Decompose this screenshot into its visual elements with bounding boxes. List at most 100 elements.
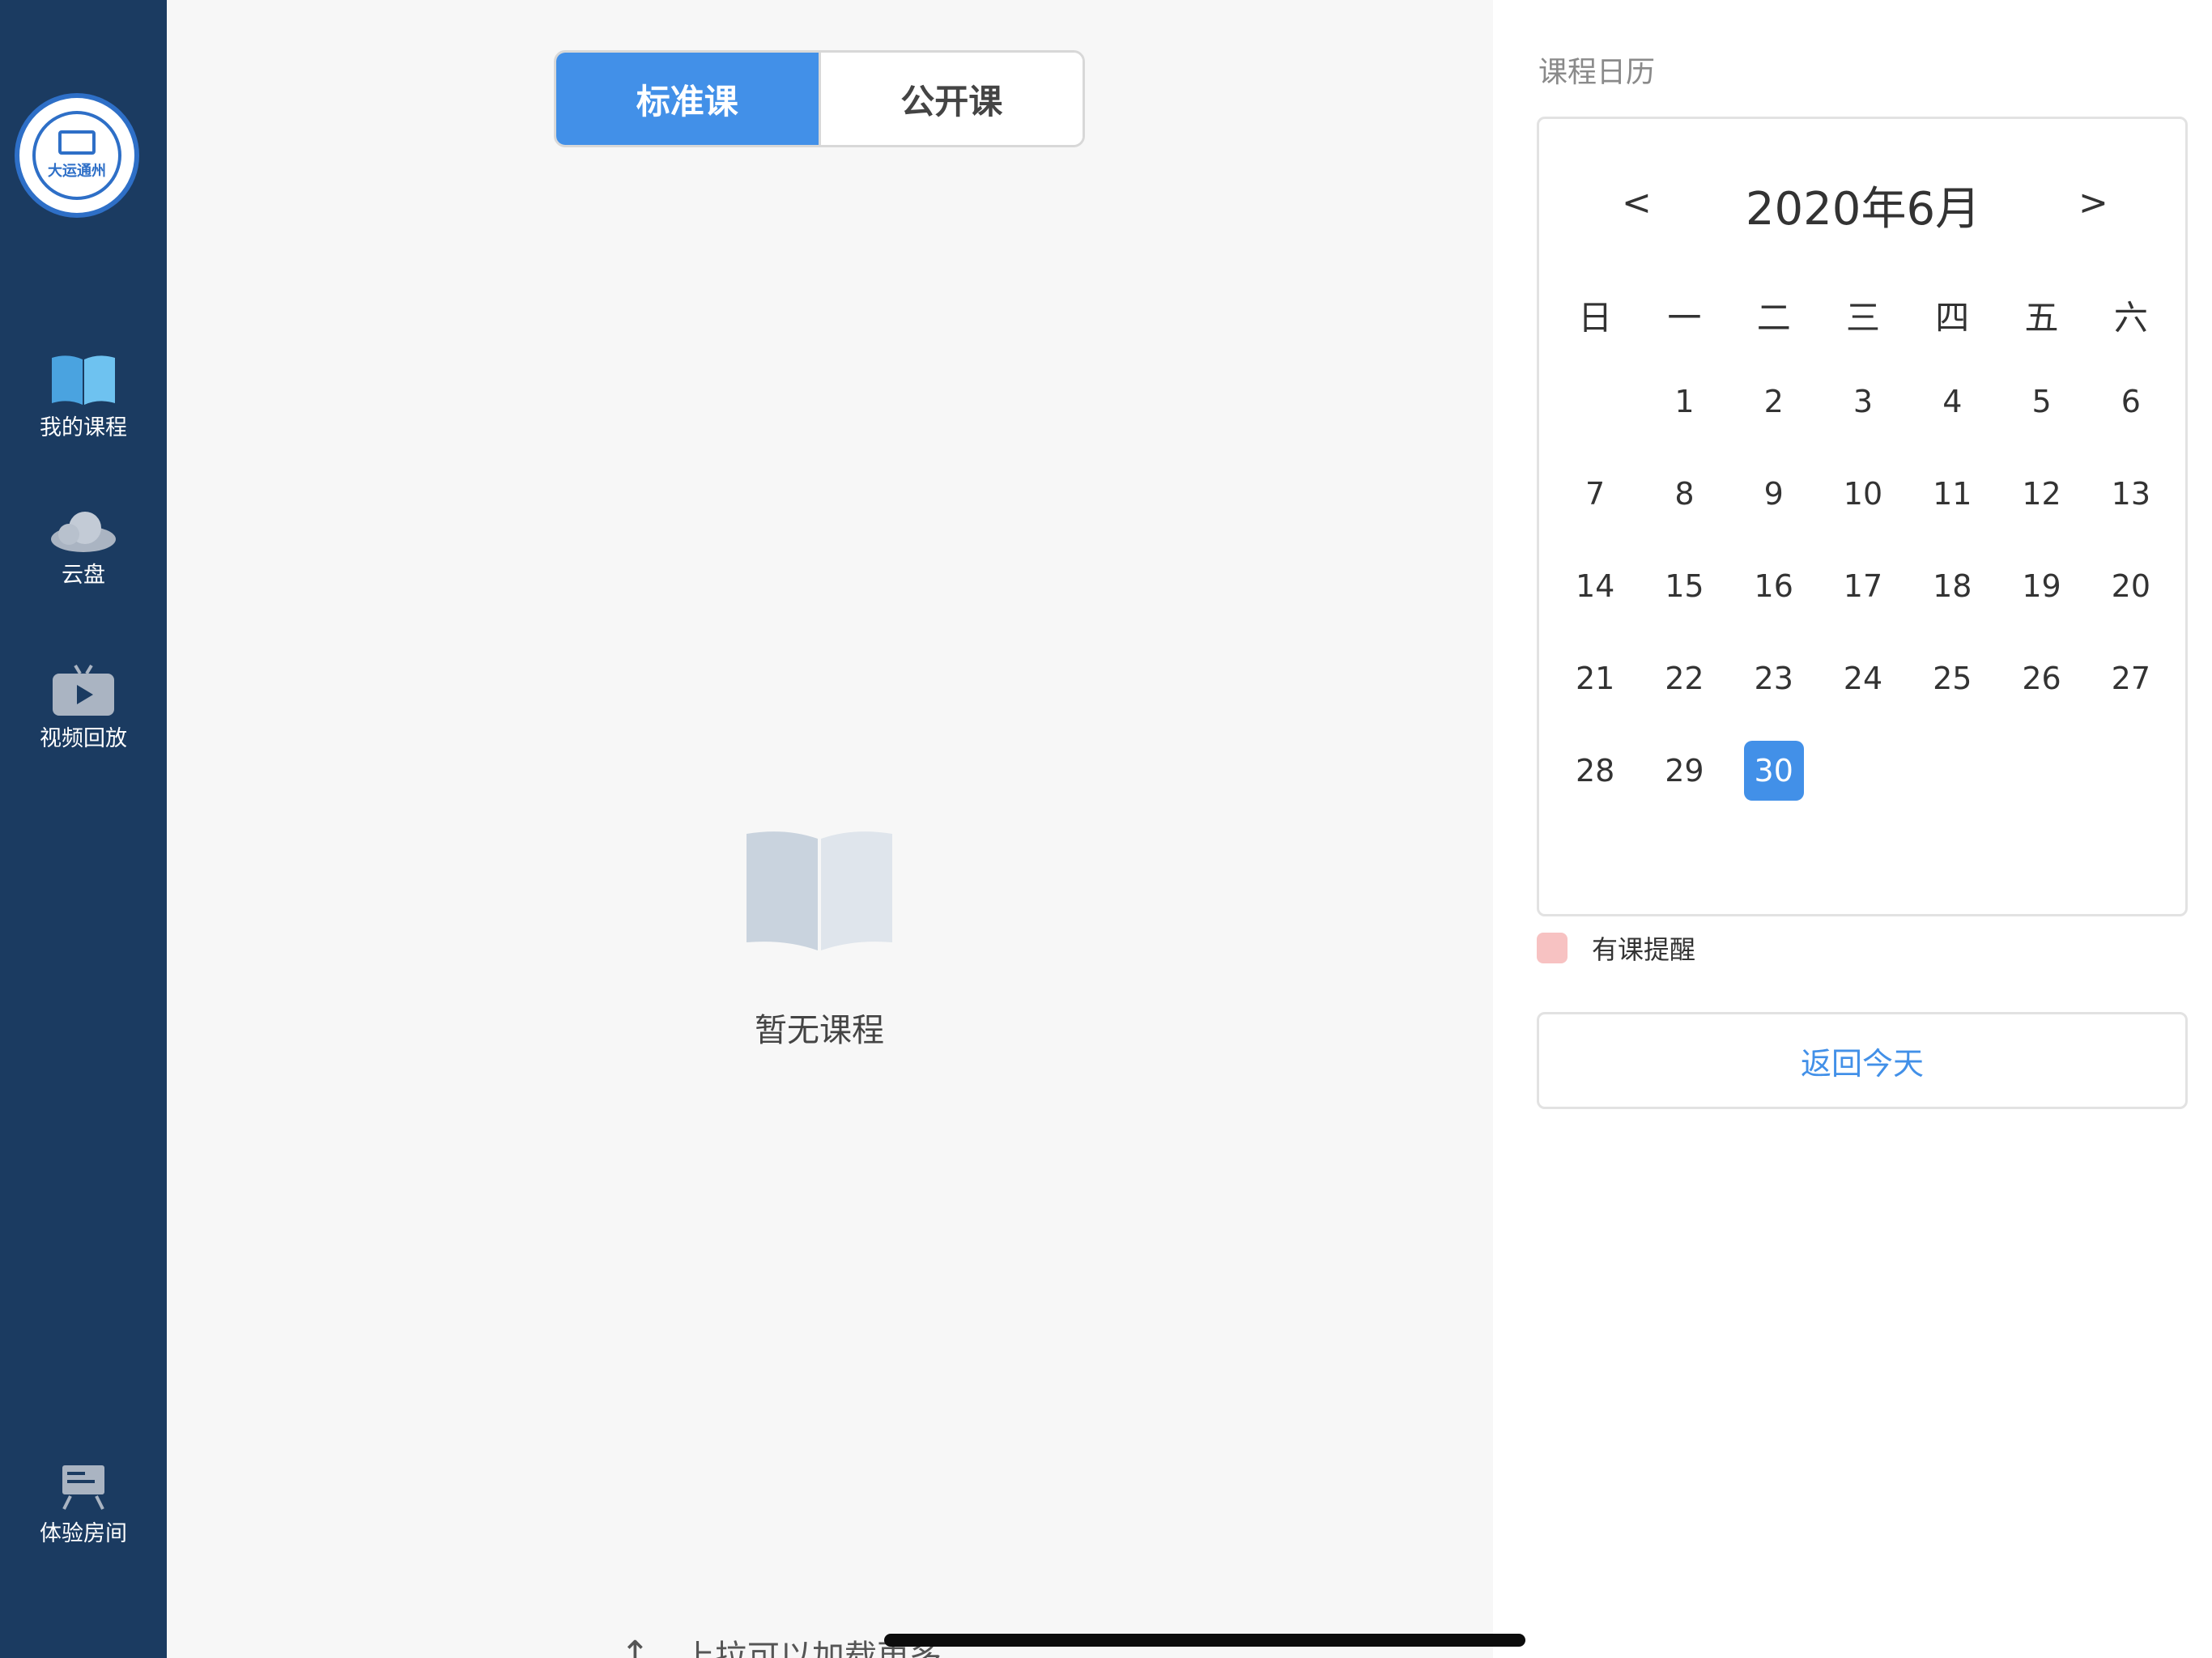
calendar-day[interactable]: 18 (1908, 540, 1997, 632)
calendar-day-number: 23 (1754, 661, 1793, 696)
calendar-weekday: 日 (1578, 297, 1613, 338)
calendar-day-number: 1 (1674, 384, 1695, 419)
sidebar-item-label: 我的课程 (40, 415, 127, 440)
cloud-icon (51, 512, 116, 552)
calendar-day-number: 7 (1585, 476, 1606, 512)
calendar-day[interactable]: 4 (1908, 355, 1997, 448)
calendar-day-number: 21 (1575, 661, 1615, 696)
sidebar-item-label: 视频回放 (40, 726, 127, 751)
calendar-day[interactable]: 25 (1908, 632, 1997, 725)
course-type-segmented-control: 标准课 公开课 (554, 50, 1085, 147)
calendar-day-number: 26 (2022, 661, 2061, 696)
calendar-day[interactable]: 24 (1819, 632, 1908, 725)
calendar-day-number: 17 (1843, 568, 1883, 604)
calendar-day[interactable]: 10 (1819, 448, 1908, 540)
calendar-day-number: 10 (1843, 476, 1883, 512)
calendar-day[interactable]: 6 (2087, 355, 2176, 448)
calendar-day[interactable]: 13 (2087, 448, 2176, 540)
calendar-legend: 有课提醒 (1537, 929, 1695, 967)
book-icon (52, 355, 115, 405)
sidebar-item-trial-room[interactable]: 体验房间 (0, 1462, 167, 1548)
calendar-day[interactable]: 16 (1729, 540, 1819, 632)
legend-text: 有课提醒 (1592, 934, 1696, 965)
whiteboard-icon (62, 1465, 104, 1510)
calendar-day-number: 27 (2111, 661, 2151, 696)
calendar-weekday: 一 (1667, 297, 1702, 338)
calendar-day-number: 18 (1933, 568, 1972, 604)
tab-public-course[interactable]: 公开课 (818, 53, 1083, 145)
sidebar-item-video-playback[interactable]: 视频回放 (0, 664, 167, 753)
calendar-day-number: 15 (1665, 568, 1704, 604)
calendar-day-number: 28 (1575, 753, 1615, 789)
calendar-day[interactable]: 14 (1551, 540, 1640, 632)
calendar-weekday: 四 (1935, 297, 1970, 338)
calendar-day[interactable]: 11 (1908, 448, 1997, 540)
main-content[interactable]: 标准课 公开课 暂无课程 ↑ 上拉可以加载更多 (167, 0, 1493, 1658)
calendar-day[interactable]: 28 (1551, 725, 1640, 817)
calendar-day-selected[interactable]: 30 (1729, 725, 1819, 817)
legend-swatch (1537, 933, 1568, 963)
empty-state-text: 暂无课程 (755, 1012, 884, 1049)
calendar-day[interactable]: 23 (1729, 632, 1819, 725)
calendar-weekday: 六 (2113, 297, 2148, 338)
calendar-day-number: 9 (1763, 476, 1784, 512)
calendar-day-number: 16 (1754, 568, 1793, 604)
calendar-day-number: 8 (1674, 476, 1695, 512)
sidebar-item-cloud[interactable]: 云盘 (0, 508, 167, 589)
calendar-panel: 课程日历 < 2020年6月 > 日一二三四五六 1 2 3 4 5 6 7 8 9 10 11 12 1… (1493, 0, 2212, 1658)
calendar: < 2020年6月 > 日一二三四五六 1 2 3 4 5 6 7 8 9 10 11 12 13 14 15… (1537, 117, 2188, 916)
home-indicator (884, 1634, 1525, 1647)
logo-text: 大运通州 (48, 163, 106, 180)
sidebar-item-my-courses[interactable]: 我的课程 (0, 353, 167, 442)
calendar-day-number: 3 (1853, 384, 1874, 419)
calendar-day[interactable]: 3 (1819, 355, 1908, 448)
calendar-day-number: 6 (2121, 384, 2141, 419)
calendar-day-number: 25 (1933, 661, 1972, 696)
calendar-day[interactable]: 15 (1640, 540, 1729, 632)
calendar-day-number: 20 (2111, 568, 2151, 604)
calendar-day-number: 4 (1942, 384, 1963, 419)
calendar-next-month-button[interactable]: > (2078, 182, 2108, 223)
app-logo: 大运通州 (15, 93, 139, 218)
calendar-weekday: 二 (1756, 297, 1791, 338)
back-to-today-button[interactable]: 返回今天 (1537, 1012, 2188, 1109)
logo-mark-icon (58, 130, 96, 155)
calendar-day[interactable]: 1 (1640, 355, 1729, 448)
calendar-heading: 课程日历 (1538, 56, 1656, 89)
calendar-day[interactable]: 9 (1729, 448, 1819, 540)
calendar-day-number: 2 (1763, 384, 1784, 419)
logo-emblem: 大运通州 (32, 111, 121, 200)
calendar-day[interactable]: 8 (1640, 448, 1729, 540)
calendar-day-number: 19 (2022, 568, 2061, 604)
calendar-empty-cell (1551, 355, 1640, 448)
calendar-weekday: 三 (1845, 297, 1880, 338)
calendar-day[interactable]: 21 (1551, 632, 1640, 725)
calendar-day[interactable]: 19 (1997, 540, 2086, 632)
empty-book-icon (747, 831, 892, 950)
calendar-day-number: 14 (1575, 568, 1615, 604)
calendar-day-number: 13 (2111, 476, 2151, 512)
calendar-day-number: 24 (1843, 661, 1883, 696)
calendar-day-number: 12 (2022, 476, 2061, 512)
sidebar: 大运通州 我的课程 云盘 视频回放 体验房间 (0, 0, 167, 1658)
calendar-day-number: 5 (2031, 384, 2052, 419)
calendar-grid: 日一二三四五六 1 2 3 4 5 6 7 8 9 10 11 12 13 14 15 16 17 18 19 20 21… (1539, 274, 2187, 817)
calendar-day[interactable]: 29 (1640, 725, 1729, 817)
calendar-day[interactable]: 7 (1551, 448, 1640, 540)
calendar-day[interactable]: 12 (1997, 448, 2086, 540)
calendar-day[interactable]: 20 (2087, 540, 2176, 632)
tv-play-icon (53, 664, 114, 716)
calendar-day[interactable]: 2 (1729, 355, 1819, 448)
calendar-weekday: 五 (2024, 297, 2059, 338)
calendar-day[interactable]: 22 (1640, 632, 1729, 725)
calendar-day[interactable]: 17 (1819, 540, 1908, 632)
calendar-day-number: 11 (1933, 476, 1972, 512)
calendar-day-number: 22 (1665, 661, 1704, 696)
calendar-day[interactable]: 5 (1997, 355, 2086, 448)
tab-standard-course[interactable]: 标准课 (556, 53, 819, 145)
arrow-up-icon: ↑ (620, 1633, 650, 1658)
calendar-day-number: 30 (1743, 741, 1804, 801)
calendar-day[interactable]: 26 (1997, 632, 2086, 725)
calendar-day[interactable]: 27 (2087, 632, 2176, 725)
sidebar-item-label: 云盘 (62, 563, 105, 588)
